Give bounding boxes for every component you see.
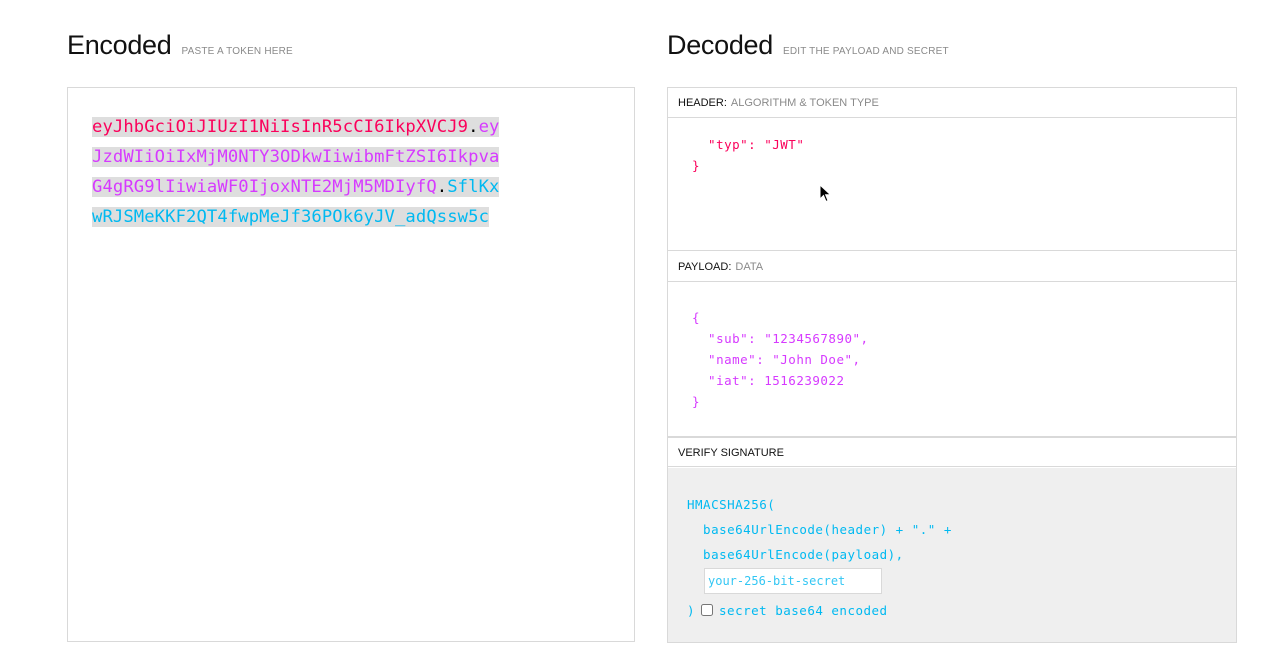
mouse-cursor-icon — [819, 184, 832, 203]
token-payload-segment: JzdWIiOiIxMjM0NTY3ODkwIiwibmFtZSI6Ikpva — [92, 147, 500, 167]
secret-row — [687, 567, 952, 594]
decoded-heading: Decoded — [667, 30, 773, 60]
secret-input[interactable] — [704, 568, 882, 594]
token-header-segment: eyJhbGciOiJIUzI1NiIsInR5cCI6IkpXVCJ9 — [92, 117, 469, 137]
encoded-heading: Encoded — [67, 30, 172, 60]
verify-signature-panel: HMACSHA256( base64UrlEncode(header) + ".… — [668, 468, 1236, 642]
verify-label: VERIFY SIGNATURE — [678, 447, 784, 459]
decoded-title: Decoded EDIT THE PAYLOAD AND SECRET — [667, 30, 949, 61]
verify-line: HMACSHA256( — [687, 497, 776, 512]
decoded-panel: HEADER: ALGORITHM & TOKEN TYPE "typ": "JW… — [667, 87, 1237, 643]
token-payload-segment: G4gRG9lIiwiaWF0IjoxNTE2MjM5MDIyfQ — [92, 177, 437, 197]
payload-editor[interactable]: { "sub": "1234567890", "name": "John Doe… — [668, 282, 1236, 437]
token-selection-highlight: G4gRG9lIiwiaWF0IjoxNTE2MjM5MDIyfQ.SflKx — [92, 177, 500, 197]
secret-checkbox-row: ) secret base64 encoded — [687, 594, 952, 626]
decoded-subtitle: EDIT THE PAYLOAD AND SECRET — [782, 46, 949, 57]
payload-json-line: "name": "John Doe", — [692, 352, 861, 367]
header-json-line: "typ": "JWT" — [692, 137, 805, 152]
verify-line: base64UrlEncode(payload), — [687, 547, 904, 562]
token-line: eyJhbGciOiJIUzI1NiIsInR5cCI6IkpXVCJ9.ey — [92, 112, 562, 142]
token-payload-segment: ey — [478, 117, 500, 137]
token-dot: . — [468, 117, 479, 137]
payload-json-line: } — [692, 394, 701, 409]
payload-label: PAYLOAD: — [678, 261, 732, 273]
verify-section-title: VERIFY SIGNATURE — [668, 437, 1236, 467]
token-line: wRJSMeKKF2QT4fwpMeJf36POk6yJV_adQssw5c — [92, 202, 562, 232]
token-signature-segment: wRJSMeKKF2QT4fwpMeJf36POk6yJV_adQssw5c — [92, 207, 490, 227]
payload-section-title: PAYLOAD: DATA — [668, 252, 1236, 282]
header-section-title: HEADER: ALGORITHM & TOKEN TYPE — [668, 88, 1236, 118]
payload-json[interactable]: { "sub": "1234567890", "name": "John Doe… — [692, 307, 869, 412]
token-line: G4gRG9lIiwiaWF0IjoxNTE2MjM5MDIyfQ.SflKx — [92, 172, 562, 202]
base64-encoded-checkbox[interactable] — [701, 604, 714, 616]
verify-close-paren: ) — [687, 602, 696, 618]
encoded-token-editor[interactable]: eyJhbGciOiJIUzI1NiIsInR5cCI6IkpXVCJ9.ey J… — [67, 87, 635, 642]
encoded-subtitle: PASTE A TOKEN HERE — [181, 46, 293, 57]
verify-line: base64UrlEncode(header) + "." + — [687, 522, 952, 537]
token-selection-highlight: wRJSMeKKF2QT4fwpMeJf36POk6yJV_adQssw5c — [92, 207, 490, 227]
base64-encoded-label[interactable]: secret base64 encoded — [719, 603, 888, 618]
payload-json-line: "iat": 1516239022 — [692, 373, 845, 388]
token-selection-highlight: JzdWIiOiIxMjM0NTY3ODkwIiwibmFtZSI6Ikpva — [92, 147, 500, 167]
header-label: HEADER: — [678, 97, 727, 109]
verify-code: HMACSHA256( base64UrlEncode(header) + ".… — [687, 492, 952, 626]
token-selection-highlight: eyJhbGciOiJIUzI1NiIsInR5cCI6IkpXVCJ9.ey — [92, 117, 500, 137]
header-desc: ALGORITHM & TOKEN TYPE — [730, 97, 879, 109]
token-line: JzdWIiOiIxMjM0NTY3ODkwIiwibmFtZSI6Ikpva — [92, 142, 562, 172]
payload-json-line: "sub": "1234567890", — [692, 331, 869, 346]
encoded-title: Encoded PASTE A TOKEN HERE — [67, 30, 293, 61]
token-text[interactable]: eyJhbGciOiJIUzI1NiIsInR5cCI6IkpXVCJ9.ey J… — [92, 112, 562, 232]
token-signature-segment: SflKx — [447, 177, 500, 197]
payload-desc: DATA — [735, 261, 764, 273]
token-dot: . — [436, 177, 448, 197]
header-json[interactable]: "typ": "JWT" } — [692, 134, 804, 176]
header-json-line: } — [692, 158, 701, 173]
header-editor[interactable]: "typ": "JWT" } — [668, 118, 1236, 251]
payload-json-line: { — [692, 310, 701, 325]
